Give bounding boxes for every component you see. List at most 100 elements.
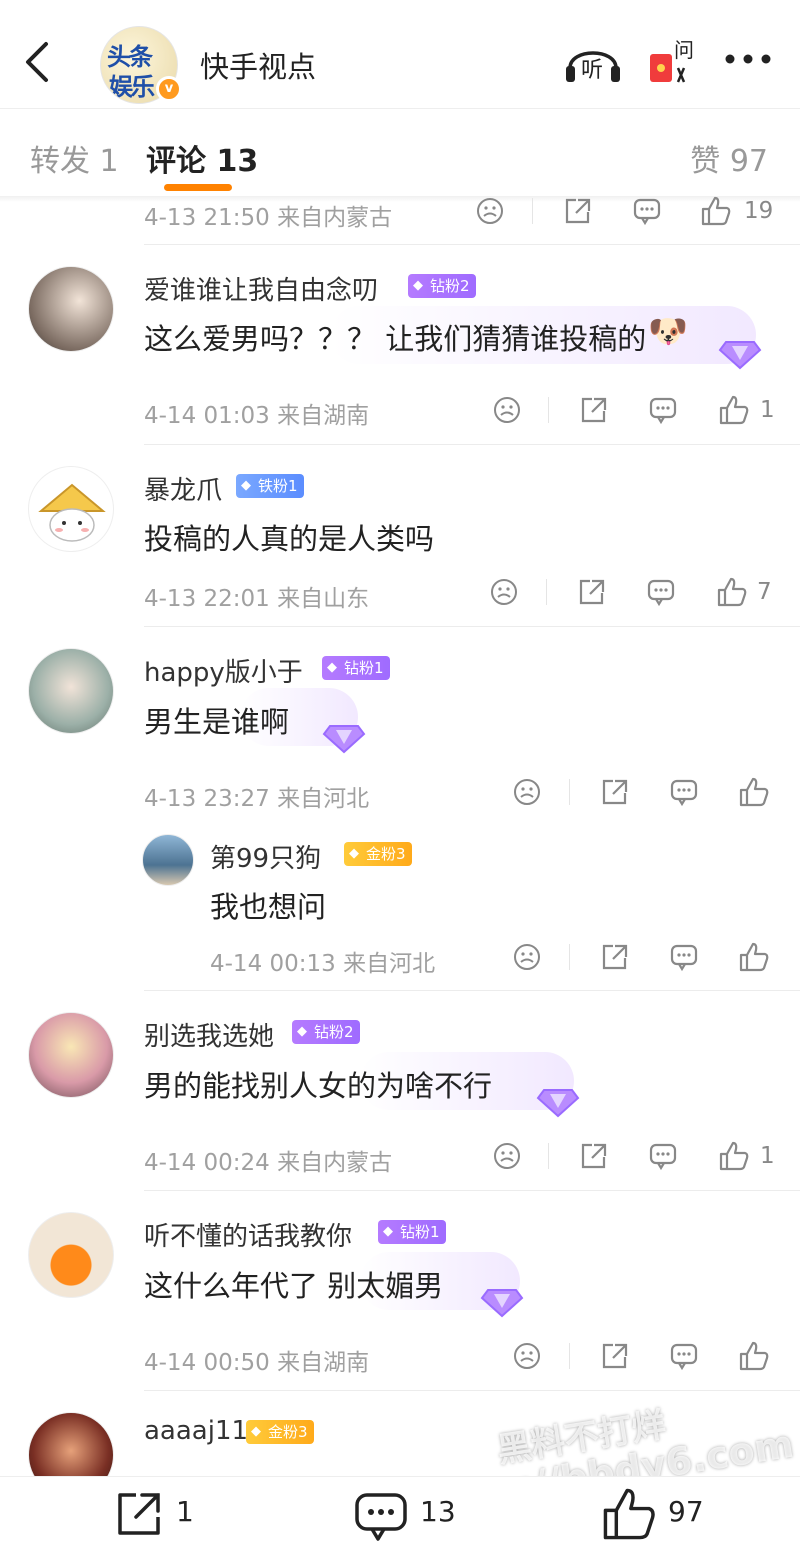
share-icon[interactable] <box>599 1341 629 1371</box>
bottom-action-bar: 1 13 97 <box>0 1476 800 1558</box>
username[interactable]: 爱谁谁让我自由念叨 <box>144 270 378 307</box>
dog-emoji: 🐶 <box>648 312 688 350</box>
comment-bubble-icon[interactable] <box>352 1487 410 1545</box>
comment-icon[interactable] <box>669 777 699 807</box>
comment-icon[interactable] <box>648 1141 678 1171</box>
dislike-icon[interactable] <box>513 943 541 971</box>
fan-badge[interactable]: 铁粉1 <box>236 474 304 498</box>
diamond-gem-icon <box>536 1089 580 1118</box>
username[interactable]: aaaaj11 <box>144 1416 248 1446</box>
username[interactable]: 听不懂的话我教你 <box>144 1216 352 1253</box>
fan-badge[interactable]: 钻粉2 <box>292 1020 360 1044</box>
tab-like[interactable]: 赞 97 <box>690 136 768 180</box>
like-icon[interactable] <box>738 1340 770 1372</box>
comment-text: 投稿的人真的是人类吗 <box>144 522 435 556</box>
dislike-icon[interactable] <box>490 578 518 606</box>
tab-repost[interactable]: 转发 1 <box>30 136 119 180</box>
comment-icon[interactable] <box>669 942 699 972</box>
thumbs-up-icon[interactable] <box>600 1485 658 1543</box>
ask-red-packet-button[interactable]: 问 <box>648 38 698 90</box>
comment-count: 13 <box>420 1495 456 1528</box>
like-icon[interactable] <box>700 195 732 227</box>
share-icon[interactable] <box>599 942 629 972</box>
comment-meta: 4-13 23:27 来自河北 <box>144 786 370 812</box>
separator <box>548 397 549 423</box>
row-divider <box>144 244 800 245</box>
row-divider <box>144 444 800 445</box>
more-icon[interactable] <box>724 52 772 66</box>
like-icon[interactable] <box>718 394 750 426</box>
separator <box>532 198 533 224</box>
diamond-gem-icon <box>322 725 366 754</box>
reply-username[interactable]: 第99只狗 <box>210 838 321 875</box>
comment-meta: 4-13 22:01 来自山东 <box>144 586 370 612</box>
active-tab-indicator <box>164 184 232 191</box>
dislike-icon[interactable] <box>476 197 504 225</box>
dislike-icon[interactable] <box>493 396 521 424</box>
comment-icon[interactable] <box>632 196 662 226</box>
like-icon[interactable] <box>738 941 770 973</box>
share-icon[interactable] <box>562 196 592 226</box>
comment-icon[interactable] <box>648 395 678 425</box>
tab-comment[interactable]: 评论 13 <box>146 136 258 180</box>
listen-label: 听 <box>581 58 604 83</box>
tabs-shadow <box>0 196 800 202</box>
comment-meta: 4-14 00:24 来自内蒙古 <box>144 1150 393 1176</box>
straw-hat-cartoon-icon <box>38 483 106 542</box>
header-divider <box>0 108 800 109</box>
repost-count: 1 <box>176 1495 194 1528</box>
account-name[interactable]: 快手视点 <box>200 44 316 86</box>
separator <box>546 579 547 605</box>
username[interactable]: 暴龙爪 <box>144 470 222 507</box>
like-icon[interactable] <box>738 776 770 808</box>
comment-meta: 4-14 00:50 来自湖南 <box>144 1350 370 1376</box>
dislike-icon[interactable] <box>513 1342 541 1370</box>
comment-meta: 4-14 01:03 来自湖南 <box>144 403 370 429</box>
user-avatar[interactable] <box>28 648 114 734</box>
repost-icon[interactable] <box>112 1487 166 1541</box>
row-divider <box>144 990 800 991</box>
share-icon[interactable] <box>578 1141 608 1171</box>
separator <box>569 1343 570 1369</box>
comment-icon[interactable] <box>669 1341 699 1371</box>
separator <box>548 1143 549 1169</box>
verified-v-icon: v <box>156 76 182 102</box>
comment-text: 男生是谁啊 <box>144 705 290 739</box>
like-icon[interactable] <box>716 576 748 608</box>
fan-badge[interactable]: 钻粉2 <box>408 274 476 298</box>
like-count: 19 <box>744 198 774 224</box>
user-avatar[interactable] <box>28 266 114 352</box>
username[interactable]: 别选我选她 <box>144 1016 274 1053</box>
like-count: 7 <box>757 579 772 605</box>
dislike-icon[interactable] <box>493 1142 521 1170</box>
top-bar: 头条 娱乐 v 快手视点 听 问 <box>0 0 800 108</box>
separator <box>569 779 570 805</box>
comment-text: 这什么年代了 别太媚男 <box>144 1269 444 1303</box>
share-icon[interactable] <box>576 577 606 607</box>
like-icon[interactable] <box>718 1140 750 1172</box>
dislike-icon[interactable] <box>513 778 541 806</box>
fan-badge[interactable]: 钻粉1 <box>322 656 390 680</box>
user-avatar[interactable] <box>28 1012 114 1098</box>
listen-button[interactable]: 听 <box>564 38 622 90</box>
comment-icon[interactable] <box>646 577 676 607</box>
reply-meta: 4-14 00:13 来自河北 <box>210 951 436 977</box>
fan-badge[interactable]: 金粉3 <box>246 1420 314 1444</box>
fan-badge[interactable]: 钻粉1 <box>378 1220 446 1244</box>
separator <box>569 944 570 970</box>
back-arrow-icon[interactable] <box>18 40 58 84</box>
tab-bar: 转发 1 评论 13 赞 97 <box>0 112 800 198</box>
row-divider <box>144 1390 800 1391</box>
like-count: 1 <box>760 1143 775 1169</box>
share-icon[interactable] <box>578 395 608 425</box>
fan-badge[interactable]: 金粉3 <box>344 842 412 866</box>
share-icon[interactable] <box>599 777 629 807</box>
user-avatar[interactable] <box>28 466 114 552</box>
username[interactable]: happy版小于 <box>144 652 303 689</box>
user-avatar[interactable] <box>28 1212 114 1298</box>
comment-text: 男的能找别人女的为啥不行 <box>144 1069 493 1103</box>
reply-text: 我也想问 <box>210 890 327 924</box>
reply-user-avatar[interactable] <box>142 834 194 886</box>
diamond-gem-icon <box>718 341 762 370</box>
like-count-total: 97 <box>668 1495 704 1528</box>
